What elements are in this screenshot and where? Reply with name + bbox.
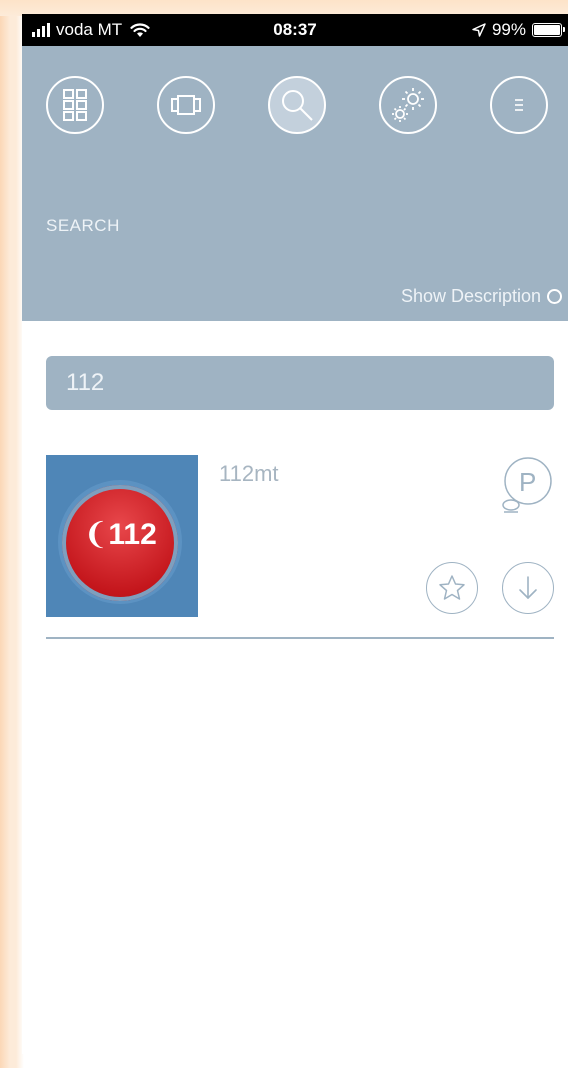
section-label: SEARCH	[46, 216, 120, 235]
thumbnail-number: 112	[108, 518, 157, 551]
app-thumbnail[interactable]: ❨112	[46, 455, 198, 617]
location-arrow-icon	[472, 23, 486, 37]
settings-button[interactable]	[379, 76, 437, 134]
grid-icon	[63, 89, 87, 121]
search-input[interactable]	[46, 356, 554, 410]
item-title: 112mt	[219, 461, 279, 486]
carousel-view-button[interactable]	[157, 76, 215, 134]
menu-button[interactable]	[490, 76, 548, 134]
phone-screen: voda MT 08:37 99% SEARCH Show Descriptio…	[22, 14, 568, 1054]
status-bar: voda MT 08:37 99%	[22, 14, 568, 46]
favorite-button[interactable]	[426, 562, 478, 614]
header: SEARCH Show Description	[22, 46, 568, 321]
list-item[interactable]: ❨112 112mt P	[46, 455, 554, 637]
status-right: 99%	[472, 20, 565, 40]
show-description-label: Show Description	[400, 286, 541, 306]
thumbnail-label: ❨112	[66, 517, 174, 552]
star-icon	[439, 575, 465, 600]
search-nav-button[interactable]	[268, 76, 326, 134]
download-button[interactable]	[502, 562, 554, 614]
radio-circle-icon[interactable]	[547, 289, 562, 304]
battery-percent: 99%	[491, 20, 526, 39]
parking-badge-button[interactable]: P	[498, 455, 554, 521]
search-icon	[282, 90, 313, 121]
list-divider	[46, 637, 554, 639]
show-description-toggle[interactable]: Show Description	[401, 286, 562, 307]
page: voda MT 08:37 99% SEARCH Show Descriptio…	[0, 0, 568, 1068]
battery-icon	[532, 23, 565, 37]
arrow-down-icon	[519, 576, 537, 599]
settings-icon	[392, 88, 424, 122]
grid-view-button[interactable]	[46, 76, 104, 134]
phone-handset-icon: ❨	[83, 518, 109, 551]
menu-icon	[515, 99, 523, 111]
carousel-icon	[171, 95, 201, 115]
parking-letter: P	[519, 467, 537, 497]
